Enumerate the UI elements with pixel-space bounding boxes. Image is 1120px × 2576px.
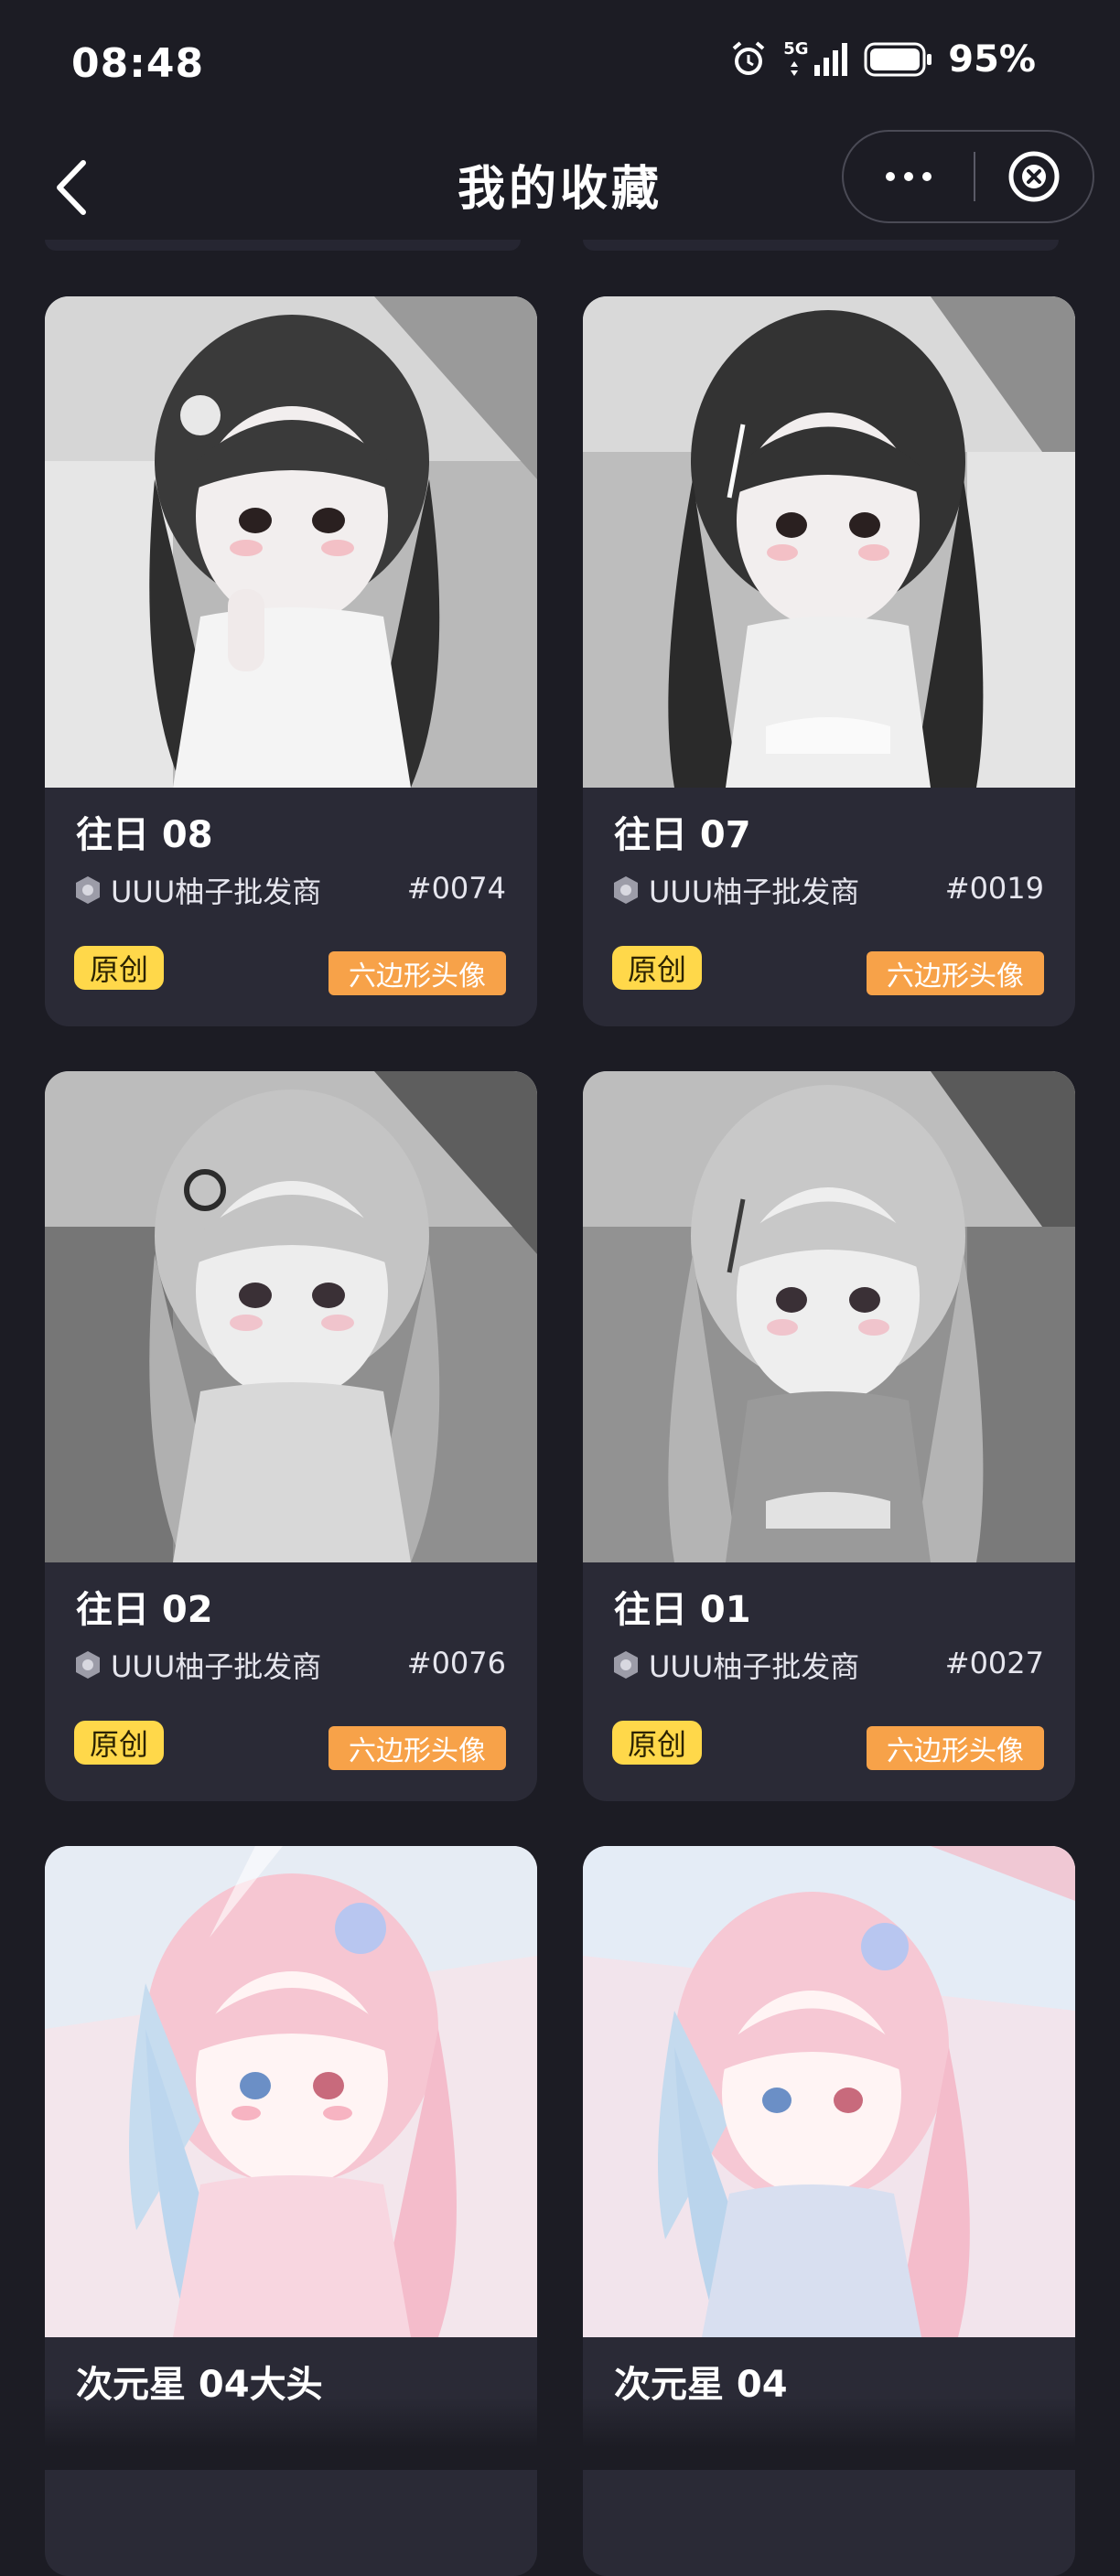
creator-name: UUU柚子批发商 [111, 1649, 322, 1684]
serial-number: #0027 [944, 1646, 1044, 1680]
artwork-image [45, 1846, 537, 2337]
type-badge: 六边形头像 [328, 951, 506, 995]
type-badge: 六边形头像 [867, 1726, 1044, 1770]
type-badge: 六边形头像 [867, 951, 1044, 995]
close-button[interactable] [975, 132, 1093, 221]
alarm-icon [732, 41, 765, 75]
serial-number: #0076 [406, 1646, 506, 1680]
creator-name: UUU柚子批发商 [111, 875, 322, 909]
collection-card[interactable]: 往日 02 UUU柚子批发商 #0076 原创 六边形头像 [45, 1071, 537, 1801]
creator-avatar-icon [76, 1651, 100, 1679]
creator-name: UUU柚子批发商 [649, 875, 860, 909]
artwork-image [583, 1846, 1075, 2337]
close-circle-icon [1008, 151, 1060, 202]
original-badge: 原创 [612, 946, 702, 990]
creator: UUU柚子批发商 [612, 869, 859, 911]
artwork-image [583, 1071, 1075, 1562]
creator-avatar-icon [614, 1651, 638, 1679]
previous-card-edge [583, 240, 1059, 251]
status-icons: 5G 95% [728, 38, 1036, 80]
type-badge: 六边形头像 [328, 1726, 506, 1770]
previous-card-edge [45, 240, 521, 251]
creator: UUU柚子批发商 [74, 869, 321, 911]
creator-name: UUU柚子批发商 [649, 1649, 860, 1684]
collection-card[interactable]: 往日 01 UUU柚子批发商 #0027 原创 六边形头像 [583, 1071, 1075, 1801]
collection-card[interactable]: 往日 08 UUU柚子批发商 #0074 原创 六边形头像 [45, 296, 537, 1026]
original-badge: 原创 [612, 1721, 702, 1765]
artwork-image [45, 1071, 537, 1562]
original-badge: 原创 [74, 1721, 164, 1765]
artwork-image [45, 296, 537, 788]
card-title: 往日 07 [614, 814, 751, 856]
battery-icon [864, 42, 932, 77]
header: 我的收藏 [0, 128, 1120, 247]
serial-number: #0074 [406, 871, 506, 906]
creator-avatar-icon [76, 876, 100, 904]
card-title: 往日 08 [76, 814, 213, 856]
status-time: 08:48 [71, 40, 205, 87]
card-title: 往日 02 [76, 1589, 213, 1631]
battery-level: 95% [948, 38, 1036, 80]
status-bar: 08:48 5G 95% [0, 0, 1120, 128]
signal-icon: 5G [783, 39, 849, 80]
serial-number: #0019 [944, 871, 1044, 906]
card-title: 往日 01 [614, 1589, 751, 1631]
more-dots-icon [886, 172, 932, 181]
more-button[interactable] [844, 132, 974, 221]
creator: UUU柚子批发商 [612, 1644, 859, 1686]
mini-program-capsule [842, 130, 1094, 223]
creator: UUU柚子批发商 [74, 1644, 321, 1686]
collection-card[interactable]: 往日 07 UUU柚子批发商 #0019 原创 六边形头像 [583, 296, 1075, 1026]
artwork-image [583, 296, 1075, 788]
creator-avatar-icon [614, 876, 638, 904]
original-badge: 原创 [74, 946, 164, 990]
bottom-fade [0, 2397, 1120, 2470]
